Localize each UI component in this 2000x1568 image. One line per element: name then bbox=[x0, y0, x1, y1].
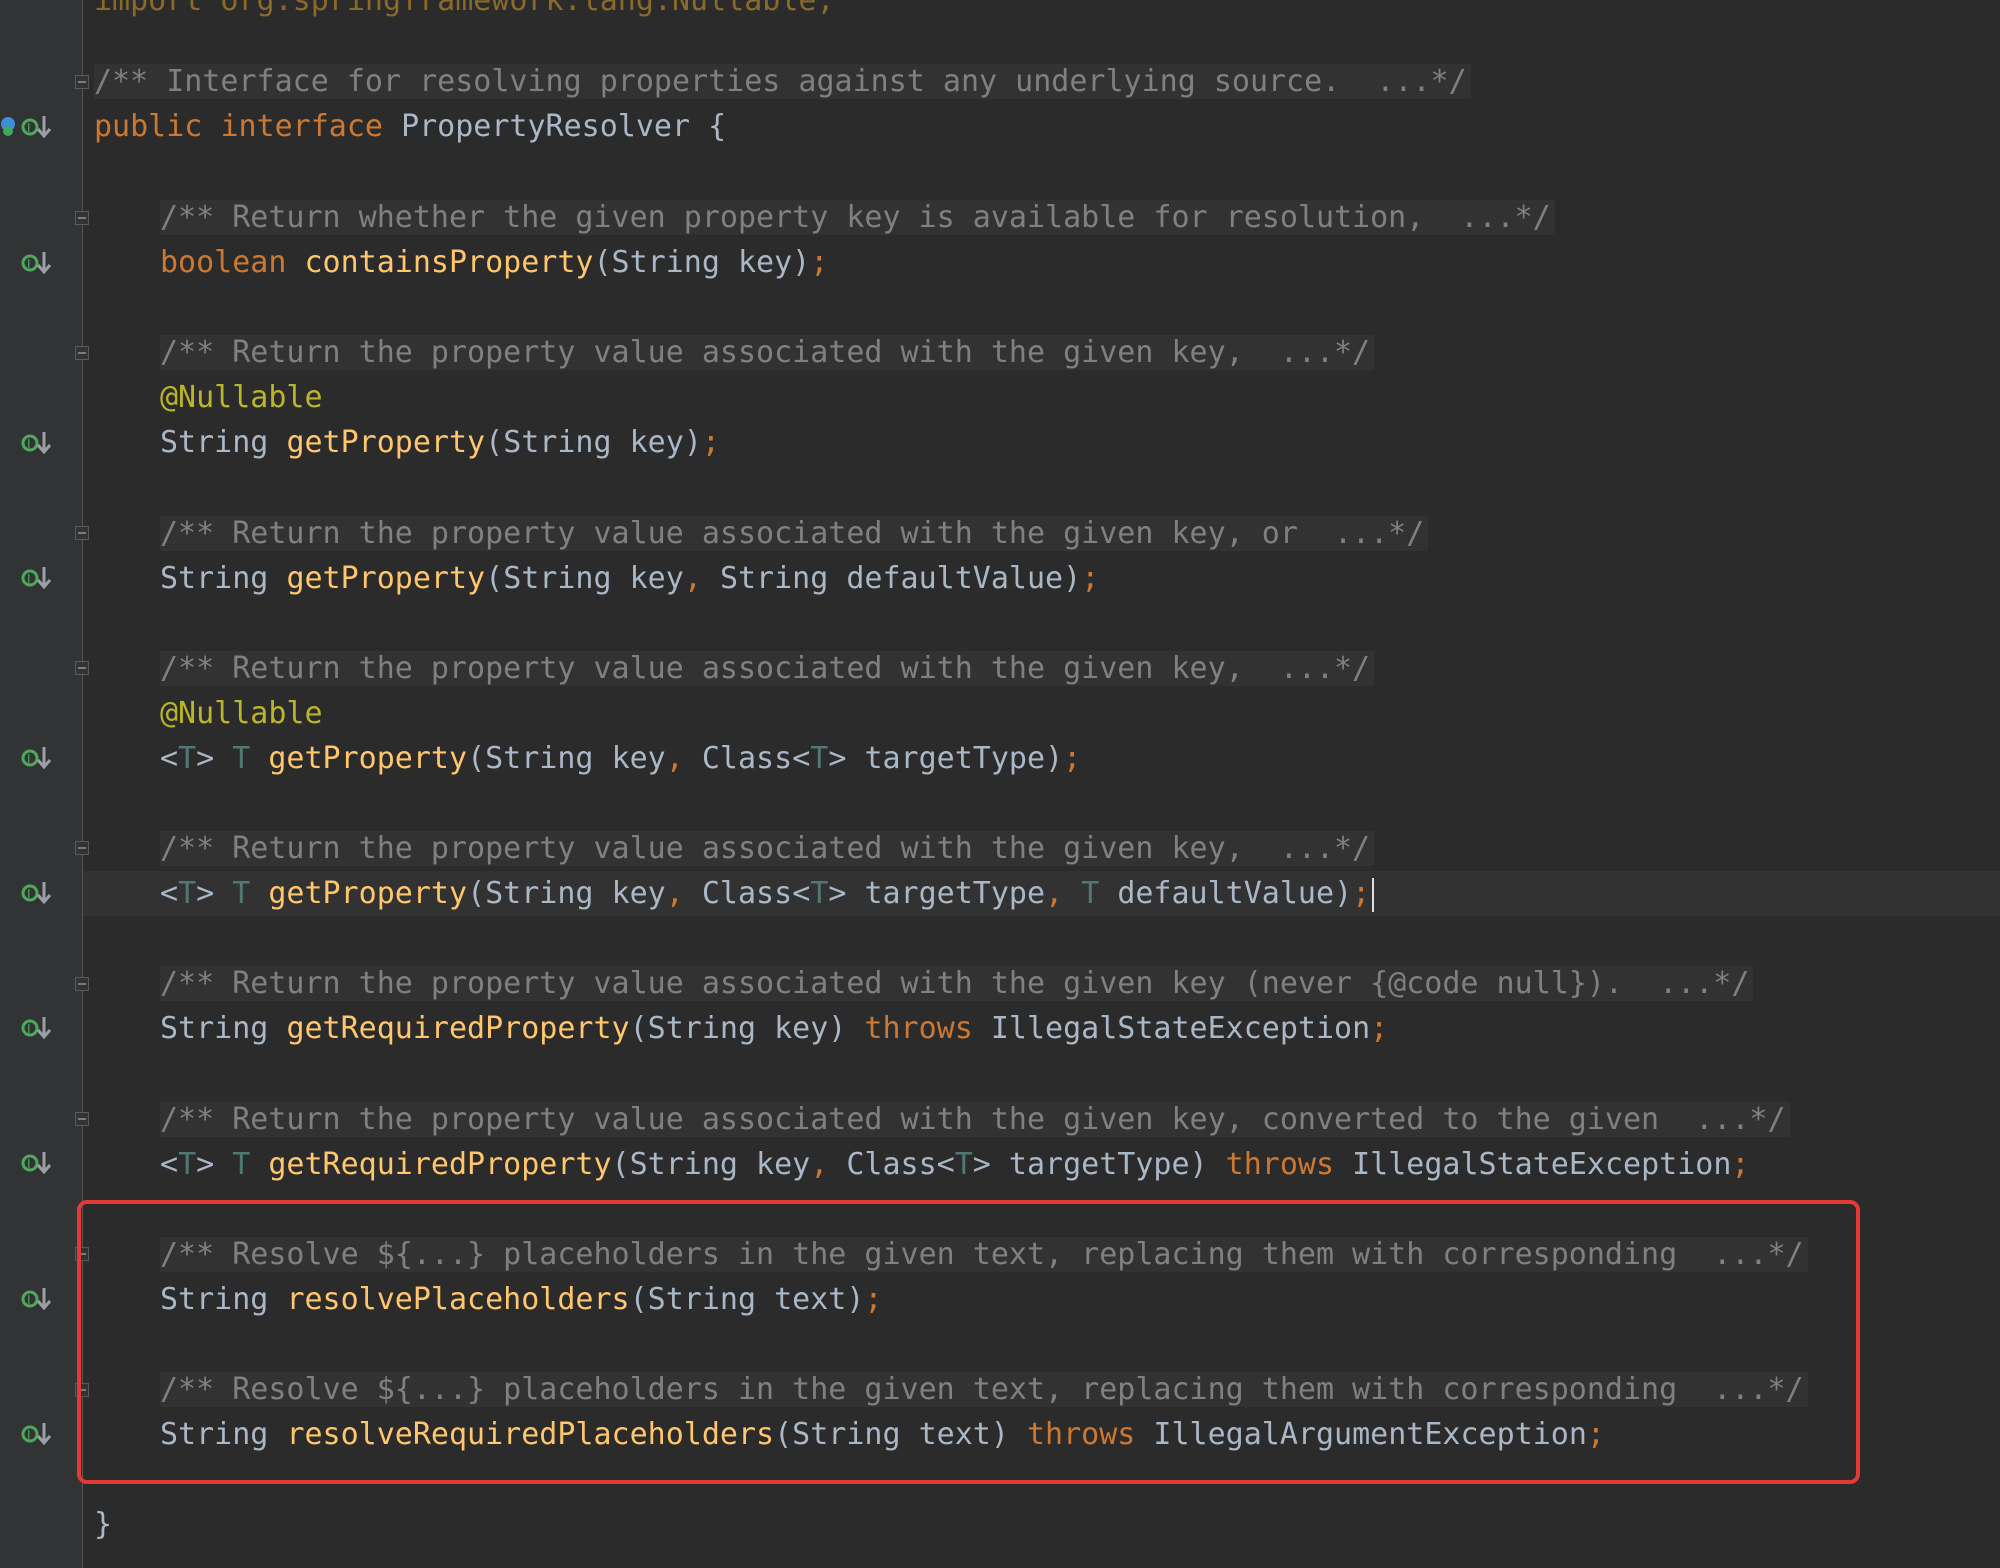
bookmark-icon[interactable] bbox=[0, 116, 16, 136]
text-caret bbox=[1372, 877, 1375, 912]
code-line-get-property-4[interactable]: <T> T getProperty(String key, Class<T> t… bbox=[160, 871, 1375, 916]
implemented-method-icon[interactable]: I bbox=[20, 743, 54, 773]
svg-text:I: I bbox=[27, 121, 31, 135]
implemented-method-icon[interactable]: I bbox=[20, 428, 54, 458]
svg-text:I: I bbox=[27, 752, 31, 766]
code-line-get-property-4-doc[interactable]: /** Return the property value associated… bbox=[160, 826, 1375, 871]
implemented-method-icon[interactable]: I bbox=[20, 248, 54, 278]
code-line-contains-property[interactable]: boolean containsProperty(String key); bbox=[160, 240, 828, 285]
svg-text:I: I bbox=[27, 1428, 31, 1442]
implemented-method-icon[interactable]: I bbox=[20, 563, 54, 593]
svg-text:I: I bbox=[27, 1022, 31, 1036]
svg-text:I: I bbox=[27, 572, 31, 586]
code-editor[interactable]: I I I I I I I I I I import org.springfra… bbox=[0, 0, 2000, 1568]
code-line-get-property-3[interactable]: <T> T getProperty(String key, Class<T> t… bbox=[160, 736, 1081, 781]
svg-text:I: I bbox=[27, 887, 31, 901]
editor-gutter[interactable] bbox=[0, 0, 83, 1568]
fold-marker-icon[interactable] bbox=[75, 841, 89, 855]
code-line-closing-brace[interactable]: } bbox=[94, 1502, 112, 1547]
implemented-method-icon[interactable]: I bbox=[20, 1013, 54, 1043]
code-line-interface-doc[interactable]: /** Interface for resolving properties a… bbox=[94, 59, 1471, 104]
code-line-contains-property-doc[interactable]: /** Return whether the given property ke… bbox=[160, 195, 1555, 240]
implemented-method-icon[interactable]: I bbox=[20, 112, 54, 142]
implemented-method-icon[interactable]: I bbox=[20, 1419, 54, 1449]
code-line-get-required-2-doc[interactable]: /** Return the property value associated… bbox=[160, 1097, 1790, 1142]
javadoc-comment: /** Interface for resolving properties a… bbox=[94, 64, 1471, 99]
code-line-get-required-2[interactable]: <T> T getRequiredProperty(String key, Cl… bbox=[160, 1142, 1749, 1187]
implemented-method-icon[interactable]: I bbox=[20, 1148, 54, 1178]
fold-marker-icon[interactable] bbox=[75, 211, 89, 225]
code-line-nullable-annotation[interactable]: @Nullable bbox=[160, 375, 323, 420]
svg-text:I: I bbox=[27, 257, 31, 271]
svg-text:I: I bbox=[27, 437, 31, 451]
svg-text:I: I bbox=[27, 1293, 31, 1307]
implemented-method-icon[interactable]: I bbox=[20, 878, 54, 908]
code-line-import[interactable]: import org.springframework.lang.Nullable… bbox=[94, 0, 835, 23]
fold-marker-icon[interactable] bbox=[75, 526, 89, 540]
red-highlight-box bbox=[77, 1200, 1860, 1484]
fold-marker-icon[interactable] bbox=[75, 977, 89, 991]
fold-marker-icon[interactable] bbox=[75, 75, 89, 89]
code-line-get-property-2[interactable]: String getProperty(String key, String de… bbox=[160, 556, 1099, 601]
fold-marker-icon[interactable] bbox=[75, 661, 89, 675]
code-line-get-required-1-doc[interactable]: /** Return the property value associated… bbox=[160, 961, 1754, 1006]
code-line-interface-declaration[interactable]: public interface PropertyResolver { bbox=[94, 104, 726, 149]
implemented-method-icon[interactable]: I bbox=[20, 1284, 54, 1314]
code-line-get-property-1[interactable]: String getProperty(String key); bbox=[160, 420, 720, 465]
fold-marker-icon[interactable] bbox=[75, 1112, 89, 1126]
code-line-get-property-2-doc[interactable]: /** Return the property value associated… bbox=[160, 511, 1429, 556]
code-line-get-property-1-doc[interactable]: /** Return the property value associated… bbox=[160, 330, 1375, 375]
fold-marker-icon[interactable] bbox=[75, 346, 89, 360]
code-line-get-required-1[interactable]: String getRequiredProperty(String key) t… bbox=[160, 1006, 1388, 1051]
code-line-get-property-3-doc[interactable]: /** Return the property value associated… bbox=[160, 646, 1375, 691]
code-line-nullable-annotation[interactable]: @Nullable bbox=[160, 691, 323, 736]
svg-text:I: I bbox=[27, 1157, 31, 1171]
